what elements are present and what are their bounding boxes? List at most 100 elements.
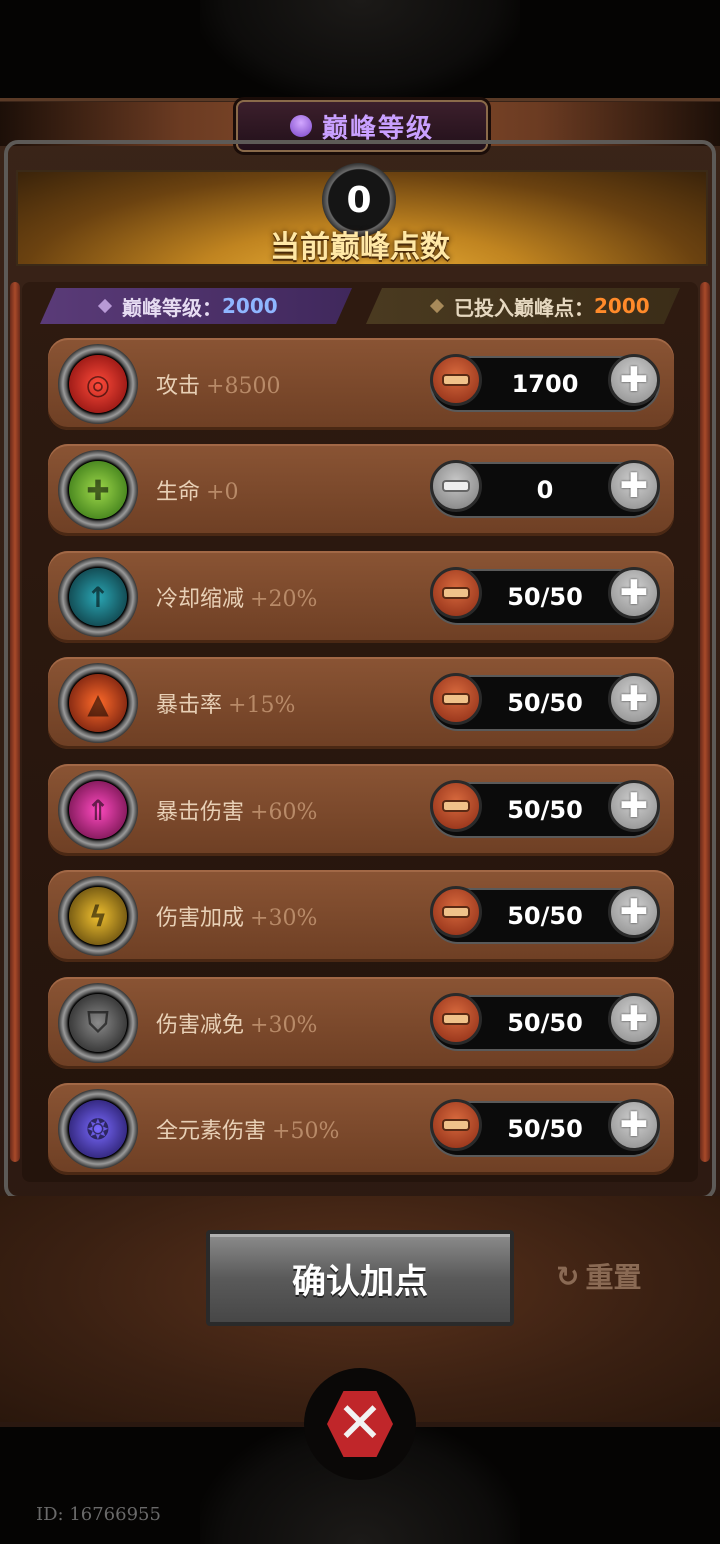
decrease-button[interactable] bbox=[430, 354, 482, 406]
peak-level-icon bbox=[289, 115, 312, 137]
stat-bonus: +50% bbox=[272, 1119, 340, 1144]
invested-points-label: 已投入巅峰点： bbox=[454, 295, 594, 320]
diamond-icon bbox=[98, 299, 112, 313]
increase-button[interactable]: ✚ bbox=[608, 886, 660, 938]
flame-icon: ▲ bbox=[58, 663, 138, 743]
stat-bonus: +30% bbox=[250, 1013, 318, 1038]
stat-stepper: 50/50 ✚ bbox=[430, 780, 660, 838]
arrow-burst-icon: ⇑ bbox=[58, 770, 138, 850]
increase-button[interactable]: ✚ bbox=[608, 1099, 660, 1151]
stat-stepper: 50/50 ✚ bbox=[430, 567, 660, 625]
decrease-button[interactable] bbox=[430, 567, 482, 619]
decrease-button[interactable] bbox=[430, 460, 482, 512]
health-icon: ✚ bbox=[58, 450, 138, 530]
increase-button[interactable]: ✚ bbox=[608, 354, 660, 406]
increase-button[interactable]: ✚ bbox=[608, 460, 660, 512]
increase-button[interactable]: ✚ bbox=[608, 780, 660, 832]
stat-name: 暴击率 bbox=[156, 693, 223, 718]
stat-stepper: 50/50 ✚ bbox=[430, 886, 660, 944]
target-icon: ◎ bbox=[58, 344, 138, 424]
peak-level-label: 巅峰等级： bbox=[122, 295, 222, 320]
plus-icon: ✚ bbox=[619, 1105, 649, 1145]
stat-name: 攻击 bbox=[156, 374, 201, 399]
stat-bonus: +60% bbox=[250, 800, 318, 825]
plus-icon: ✚ bbox=[619, 360, 649, 400]
current-points-label: 当前巅峰点数 bbox=[270, 230, 450, 265]
stat-stepper: 1700 ✚ bbox=[430, 354, 660, 412]
stat-row-all-element-damage: ❂ 全元素伤害 +50% 50/50 ✚ bbox=[48, 1083, 674, 1175]
stat-value: 0 bbox=[536, 476, 554, 504]
decrease-button[interactable] bbox=[430, 886, 482, 938]
background-ornament-top bbox=[200, 0, 520, 100]
stat-stepper: 0 ✚ bbox=[430, 460, 660, 518]
stat-row-damage-bonus: ϟ 伤害加成 +30% 50/50 ✚ bbox=[48, 870, 674, 962]
increase-button[interactable]: ✚ bbox=[608, 567, 660, 619]
minus-icon bbox=[444, 908, 468, 916]
plus-icon: ✚ bbox=[619, 786, 649, 826]
stat-name: 冷却缩减 bbox=[156, 587, 245, 612]
elements-icon: ❂ bbox=[58, 1089, 138, 1169]
stat-value: 50/50 bbox=[507, 1115, 583, 1143]
user-id-label: ID: 16766955 bbox=[36, 1504, 161, 1525]
plus-icon: ✚ bbox=[619, 679, 649, 719]
stat-name: 伤害加成 bbox=[156, 906, 245, 931]
stat-value: 50/50 bbox=[507, 796, 583, 824]
plus-icon: ✚ bbox=[619, 892, 649, 932]
minus-icon bbox=[444, 1015, 468, 1023]
stat-name: 暴击伤害 bbox=[156, 800, 245, 825]
stat-value: 50/50 bbox=[507, 902, 583, 930]
stat-row-damage-reduction: ⛉ 伤害减免 +30% 50/50 ✚ bbox=[48, 977, 674, 1069]
decrease-button[interactable] bbox=[430, 673, 482, 725]
stat-value: 50/50 bbox=[507, 689, 583, 717]
stat-row-attack: ◎ 攻击 +8500 1700 ✚ bbox=[48, 338, 674, 430]
increase-button[interactable]: ✚ bbox=[608, 673, 660, 725]
shield-icon: ⛉ bbox=[58, 983, 138, 1063]
minus-icon bbox=[444, 376, 468, 384]
minus-icon bbox=[444, 482, 468, 490]
stat-bonus: +20% bbox=[250, 587, 318, 612]
stat-value: 50/50 bbox=[507, 1009, 583, 1037]
plus-icon: ✚ bbox=[619, 999, 649, 1039]
stat-value: 1700 bbox=[511, 370, 579, 398]
reset-button[interactable]: ↻ 重置 bbox=[556, 1256, 641, 1296]
close-button[interactable]: ✕ bbox=[304, 1368, 416, 1480]
minus-icon bbox=[444, 802, 468, 810]
stat-name: 生命 bbox=[156, 480, 201, 505]
decrease-button[interactable] bbox=[430, 1099, 482, 1151]
peak-level-value: 2000 bbox=[222, 294, 278, 318]
scroll-rail-left bbox=[10, 282, 20, 1162]
invested-points-value: 2000 bbox=[594, 294, 650, 318]
invested-points-tag: 已投入巅峰点： 2000 bbox=[366, 288, 680, 324]
stat-name: 伤害减免 bbox=[156, 1013, 245, 1038]
confirm-points-button[interactable]: 确认加点 bbox=[206, 1230, 514, 1326]
stat-bonus: +8500 bbox=[206, 374, 281, 399]
stat-row-crit-damage: ⇑ 暴击伤害 +60% 50/50 ✚ bbox=[48, 764, 674, 856]
close-icon: ✕ bbox=[327, 1391, 393, 1457]
stat-row-cooldown: ↑ 冷却缩减 +20% 50/50 ✚ bbox=[48, 551, 674, 643]
stat-stepper: 50/50 ✚ bbox=[430, 1099, 660, 1157]
page-title: 巅峰等级 bbox=[321, 113, 434, 144]
plus-icon: ✚ bbox=[619, 573, 649, 613]
stat-name: 全元素伤害 bbox=[156, 1119, 267, 1144]
scroll-rail-right bbox=[700, 282, 710, 1162]
current-points-value: 0 bbox=[346, 179, 372, 221]
stat-bonus: +30% bbox=[250, 906, 318, 931]
plus-icon: ✚ bbox=[619, 466, 649, 506]
decrease-button[interactable] bbox=[430, 993, 482, 1045]
stat-row-health: ✚ 生命 +0 0 ✚ bbox=[48, 444, 674, 536]
peak-level-tag: 巅峰等级： 2000 bbox=[40, 288, 352, 324]
minus-icon bbox=[444, 589, 468, 597]
lightning-icon: ϟ bbox=[58, 876, 138, 956]
stat-stepper: 50/50 ✚ bbox=[430, 673, 660, 731]
refresh-icon: ↻ bbox=[556, 1259, 580, 1293]
stat-stepper: 50/50 ✚ bbox=[430, 993, 660, 1051]
increase-button[interactable]: ✚ bbox=[608, 993, 660, 1045]
stat-row-crit-rate: ▲ 暴击率 +15% 50/50 ✚ bbox=[48, 657, 674, 749]
cooldown-icon: ↑ bbox=[58, 557, 138, 637]
minus-icon bbox=[444, 695, 468, 703]
stat-bonus: +0 bbox=[206, 480, 239, 505]
stat-bonus: +15% bbox=[228, 693, 296, 718]
reset-label: 重置 bbox=[585, 1261, 642, 1294]
stat-value: 50/50 bbox=[507, 583, 583, 611]
decrease-button[interactable] bbox=[430, 780, 482, 832]
